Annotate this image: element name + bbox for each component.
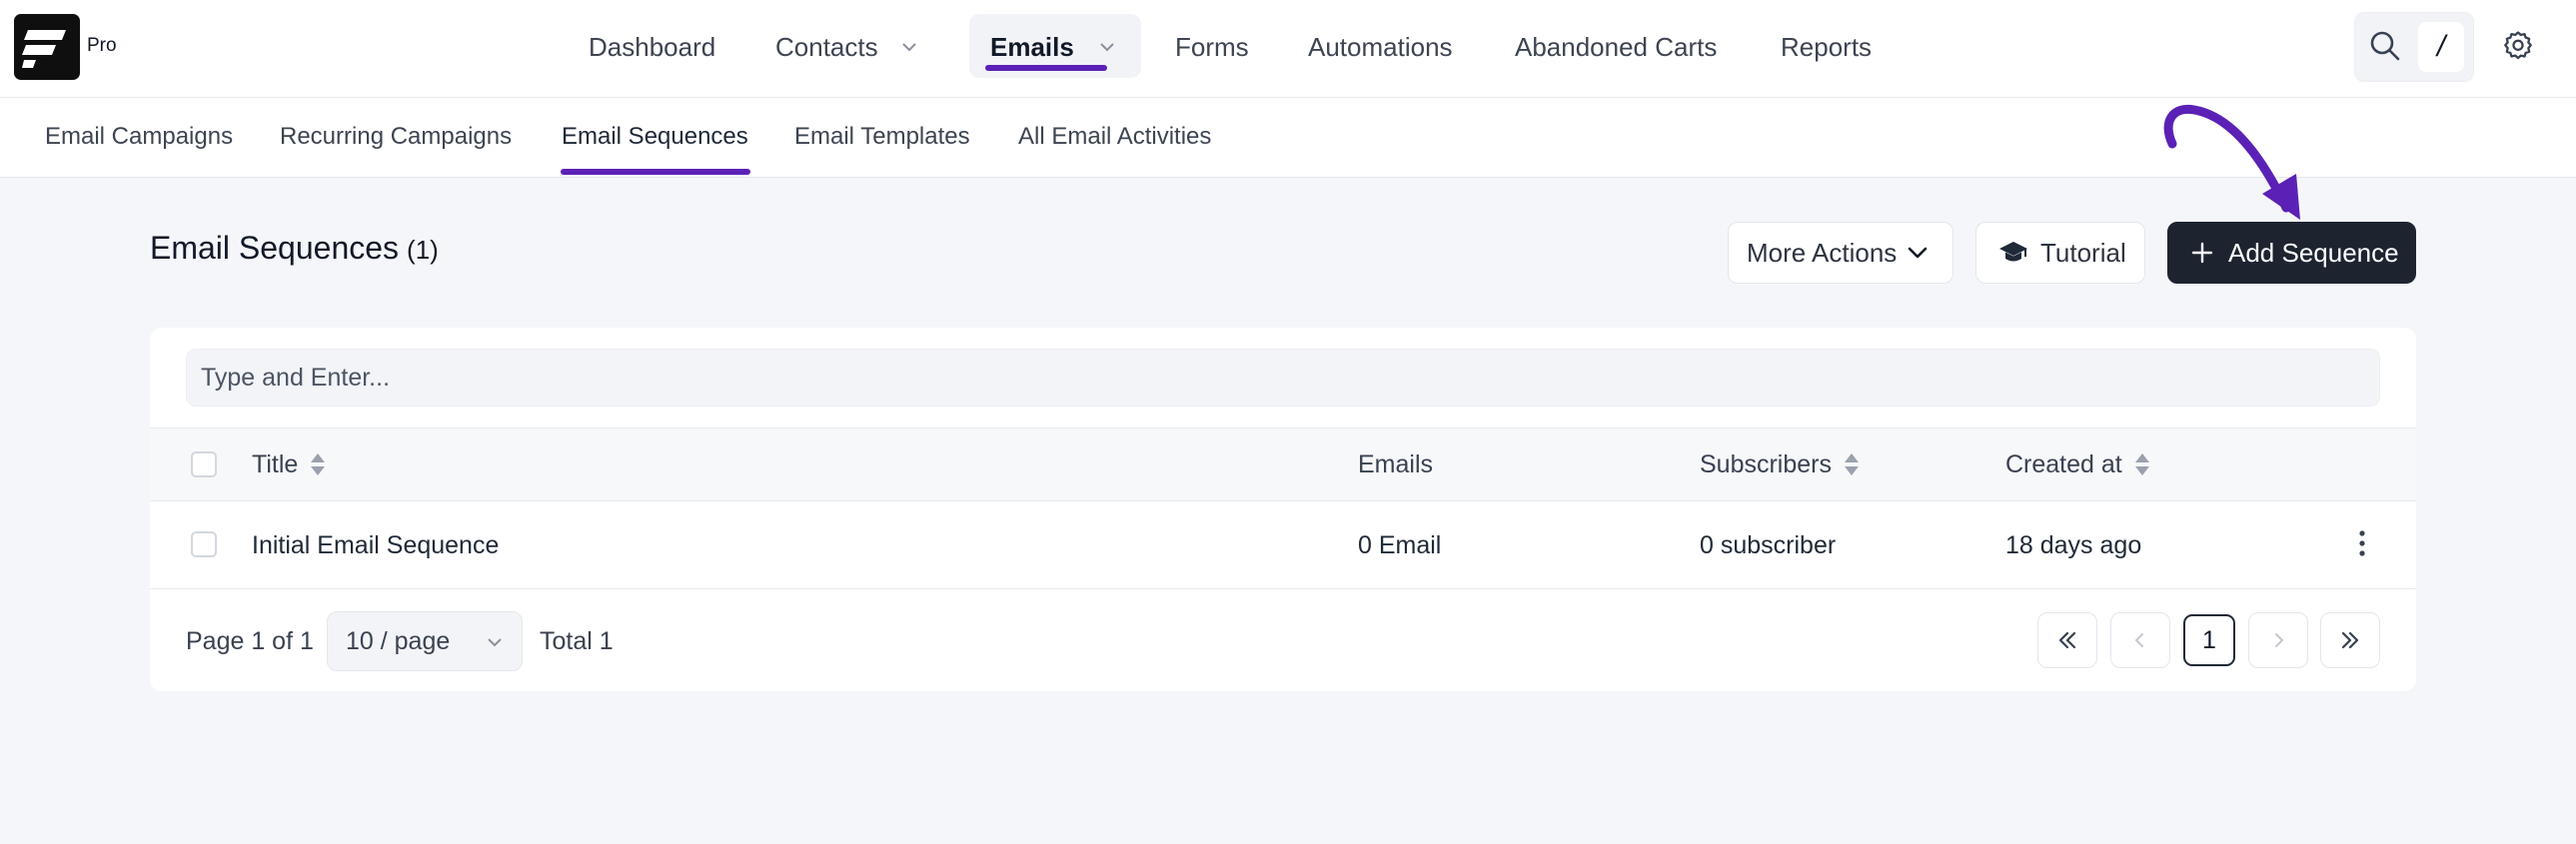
total-count: Total 1	[540, 626, 614, 655]
sequence-emails-count: 0 Email	[1358, 530, 1442, 559]
sort-icon	[2134, 453, 2149, 475]
page-info: Page 1 of 1	[186, 626, 314, 655]
gear-icon[interactable]	[2501, 29, 2535, 63]
column-header-label: Title	[252, 449, 299, 478]
select-all-checkbox[interactable]	[191, 451, 217, 477]
subnav-active-indicator	[561, 169, 750, 175]
next-page-button[interactable]	[2248, 612, 2308, 668]
top-navbar	[0, 0, 2576, 98]
first-page-button[interactable]	[2037, 612, 2097, 668]
subnav-item-email-templates[interactable]: Email Templates	[794, 98, 970, 176]
nav-active-indicator	[985, 65, 1107, 71]
page-title: Email Sequences (1)	[150, 230, 439, 267]
pro-badge: Pro	[87, 35, 117, 56]
nav-item-label: Automations	[1308, 31, 1453, 62]
chevron-left-icon	[2135, 633, 2143, 647]
add-sequence-button[interactable]: Add Sequence	[2167, 222, 2416, 284]
nav-item-label: Reports	[1781, 31, 1873, 62]
search-input[interactable]	[186, 349, 2380, 407]
search-shortcut-key: /	[2418, 22, 2464, 72]
subnav-item-email-campaigns[interactable]: Email Campaigns	[45, 98, 233, 176]
double-chevron-left-icon	[2058, 631, 2076, 649]
current-page-button[interactable]: 1	[2183, 614, 2235, 666]
nav-item-reports[interactable]: Reports	[1781, 0, 1872, 94]
chevron-down-icon	[901, 43, 916, 52]
nav-item-label: Forms	[1175, 31, 1249, 62]
subnav-item-all-email-activities[interactable]: All Email Activities	[1018, 98, 1211, 176]
chevron-down-icon	[1100, 43, 1114, 52]
app-logo[interactable]	[14, 14, 80, 80]
plus-icon	[2191, 242, 2213, 264]
column-header-label: Emails	[1358, 449, 1434, 478]
nav-item-contacts[interactable]: Contacts	[775, 0, 918, 94]
column-header-label: Created at	[2005, 449, 2122, 478]
sequence-title-link[interactable]: Initial Email Sequence	[252, 501, 499, 589]
nav-item-label: Contacts	[775, 31, 878, 62]
nav-item-automations[interactable]: Automations	[1308, 0, 1453, 94]
column-header-label: Subscribers	[1700, 449, 1832, 478]
nav-item-dashboard[interactable]: Dashboard	[589, 0, 715, 94]
sort-icon	[311, 453, 326, 475]
sequence-count: (1)	[407, 235, 439, 265]
tutorial-label: Tutorial	[2040, 237, 2126, 268]
add-sequence-label: Add Sequence	[2228, 237, 2399, 268]
tutorial-button[interactable]: Tutorial	[1975, 222, 2145, 284]
graduation-cap-icon	[1999, 242, 2027, 262]
row-checkbox[interactable]	[191, 531, 217, 557]
sequence-subscribers-count: 0 subscriber	[1700, 530, 1837, 559]
per-page-value: 10 / page	[346, 626, 451, 655]
last-page-button[interactable]	[2320, 612, 2380, 668]
sequence-created-at: 18 days ago	[2005, 530, 2142, 559]
double-chevron-right-icon	[2341, 631, 2359, 649]
annotation-arrow-icon	[2163, 104, 2300, 220]
nav-item-label: Abandoned Carts	[1515, 31, 1718, 62]
column-header-created-at[interactable]: Created at	[2005, 427, 2150, 501]
nav-item-label: Emails	[990, 31, 1074, 62]
chevron-right-icon	[2275, 633, 2283, 647]
page-title-text: Email Sequences	[150, 230, 400, 266]
search-icon[interactable]	[2369, 30, 2401, 62]
nav-item-abandoned-carts[interactable]: Abandoned Carts	[1515, 0, 1717, 94]
row-actions-icon[interactable]	[2350, 529, 2374, 559]
more-actions-button[interactable]: More Actions	[1728, 222, 1953, 284]
nav-item-forms[interactable]: Forms	[1175, 0, 1249, 94]
nav-item-label: Dashboard	[589, 31, 716, 62]
column-header-title[interactable]: Title	[252, 427, 326, 501]
subnav-item-email-sequences[interactable]: Email Sequences	[562, 98, 748, 176]
previous-page-button[interactable]	[2110, 612, 2170, 668]
chevron-down-icon	[488, 638, 502, 647]
subnav-item-recurring-campaigns[interactable]: Recurring Campaigns	[280, 98, 512, 176]
logo-mark-icon	[22, 30, 66, 68]
nav-item-emails[interactable]: Emails	[990, 0, 1116, 94]
per-page-select[interactable]: 10 / page	[327, 611, 523, 671]
sort-icon	[1845, 453, 1859, 475]
column-header-subscribers[interactable]: Subscribers	[1700, 427, 1860, 501]
more-actions-label: More Actions	[1747, 237, 1898, 268]
chevron-down-icon	[1908, 247, 1928, 259]
column-header-emails: Emails	[1358, 427, 1433, 501]
